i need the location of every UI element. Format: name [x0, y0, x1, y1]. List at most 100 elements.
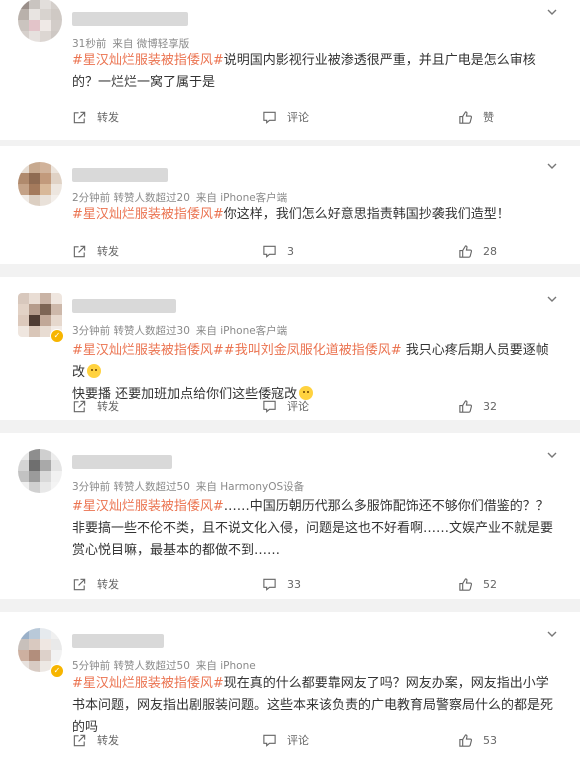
comment-icon: [263, 734, 276, 747]
smile-emoji-icon: [87, 364, 102, 378]
like-icon: [459, 399, 473, 413]
comment-button[interactable]: 评论: [262, 105, 309, 129]
share-icon: [73, 245, 86, 257]
comment-actions: 转发 评论 赞: [0, 105, 580, 129]
comment-actions: 转发 评论 53: [0, 728, 580, 752]
comment-card: 3分钟前 转赞人数超过50 来自 HarmonyOS设备 #星汉灿烂服装被指倭风#…: [0, 433, 580, 599]
comment-card: ✓ 3分钟前 转赞人数超过30 来自 iPhone客户端 #星汉灿烂服装被指倭风#…: [0, 277, 580, 420]
comment-source: 来自 微博轻享版: [112, 38, 190, 50]
avatar[interactable]: [18, 162, 62, 206]
share-icon: [73, 400, 86, 412]
comment-text: #星汉灿烂服装被指倭风#你这样，我们怎么好意思指责韩国抄袭我们造型！: [72, 204, 558, 226]
hashtag-link[interactable]: #星汉灿烂服装被指倭风#: [72, 207, 224, 222]
comment-actions: 转发 33 52: [0, 572, 580, 596]
username-blurred[interactable]: [72, 12, 188, 26]
comment-source: 来自 iPhone客户端: [195, 192, 288, 204]
comment-icon: [263, 578, 276, 591]
comment-button[interactable]: 3: [262, 239, 294, 263]
like-icon: [459, 577, 473, 591]
comment-count: 评论: [287, 734, 309, 747]
comment-time: 2分钟前: [72, 192, 111, 204]
comment-count: 评论: [287, 400, 309, 413]
username-blurred[interactable]: [72, 634, 164, 648]
username-blurred[interactable]: [72, 455, 172, 469]
hashtag-link[interactable]: #星汉灿烂服装被指倭风#: [72, 343, 224, 358]
share-icon: [73, 111, 86, 123]
comment-meta: 31秒前 来自 微博轻享版: [72, 36, 189, 51]
comment-time: 31秒前: [72, 38, 107, 50]
forward-label: 转发: [97, 111, 119, 124]
hashtag-link[interactable]: #星汉灿烂服装被指倭风#: [72, 53, 224, 68]
avatar[interactable]: [18, 0, 62, 42]
like-count: 28: [483, 244, 497, 258]
like-count: 32: [483, 399, 497, 413]
forward-button[interactable]: 转发: [72, 572, 119, 596]
like-button[interactable]: 28: [458, 239, 497, 263]
forward-button[interactable]: 转发: [72, 728, 119, 752]
like-count: 52: [483, 577, 497, 591]
comment-time: 3分钟前: [72, 481, 111, 493]
forward-label: 转发: [97, 734, 119, 747]
comment-card: 31秒前 来自 微博轻享版 #星汉灿烂服装被指倭风#说明国内影视行业被渗透很严重，…: [0, 0, 580, 140]
comment-card: 2分钟前 转赞人数超过20 来自 iPhone客户端 #星汉灿烂服装被指倭风#你这…: [0, 146, 580, 264]
forward-label: 转发: [97, 400, 119, 413]
comment-time: 5分钟前: [72, 660, 111, 672]
comment-count: 3: [287, 244, 294, 258]
comment-button[interactable]: 评论: [262, 728, 309, 752]
comment-button[interactable]: 评论: [262, 394, 309, 418]
forward-label: 转发: [97, 578, 119, 591]
vip-badge: ✓: [50, 329, 64, 343]
comment-button[interactable]: 33: [262, 572, 301, 596]
like-count: 53: [483, 733, 497, 747]
share-icon: [73, 734, 86, 746]
comment-icon: [263, 111, 276, 124]
comment-source: 来自 iPhone客户端: [195, 325, 288, 337]
comment-body: 你这样，我们怎么好意思指责韩国抄袭我们造型！: [223, 207, 510, 222]
forward-label: 转发: [97, 245, 119, 258]
forward-button[interactable]: 转发: [72, 105, 119, 129]
like-button[interactable]: 53: [458, 728, 497, 752]
comment-source: 来自 iPhone: [195, 660, 256, 672]
like-button[interactable]: 52: [458, 572, 497, 596]
comment-meta: 3分钟前 转赞人数超过50 来自 HarmonyOS设备: [72, 479, 304, 494]
comment-count: 33: [287, 577, 301, 591]
username-blurred[interactable]: [72, 168, 168, 182]
comment-card: ✓ 5分钟前 转赞人数超过50 来自 iPhone #星汉灿烂服装被指倭风#现在真…: [0, 612, 580, 764]
comment-icon: [263, 245, 276, 258]
like-icon: [459, 733, 473, 747]
hashtag-link[interactable]: #我叫刘金凤服化道被指倭风#: [224, 343, 402, 358]
comment-actions: 转发 3 28: [0, 239, 580, 263]
comment-source: 来自 HarmonyOS设备: [195, 481, 305, 493]
username-blurred[interactable]: [72, 299, 176, 313]
comment-meta: 5分钟前 转赞人数超过50 来自 iPhone: [72, 658, 256, 673]
chevron-down-icon[interactable]: [546, 160, 558, 172]
comment-meta: 2分钟前 转赞人数超过20 来自 iPhone客户端: [72, 190, 287, 205]
comment-actions: 转发 评论 32: [0, 394, 580, 418]
chevron-down-icon[interactable]: [546, 293, 558, 305]
chevron-down-icon[interactable]: [546, 449, 558, 461]
comment-count: 评论: [287, 111, 309, 124]
like-button[interactable]: 赞: [458, 105, 494, 129]
chevron-down-icon[interactable]: [546, 6, 558, 18]
share-icon: [73, 578, 86, 590]
chevron-down-icon[interactable]: [546, 628, 558, 640]
hashtag-link[interactable]: #星汉灿烂服装被指倭风#: [72, 499, 224, 514]
forward-button[interactable]: 转发: [72, 394, 119, 418]
like-count: 赞: [483, 111, 494, 124]
comment-feed: 31秒前 来自 微博轻享版 #星汉灿烂服装被指倭风#说明国内影视行业被渗透很严重，…: [0, 0, 580, 764]
comment-icon: [263, 400, 276, 413]
comment-reposts: 转赞人数超过50: [113, 660, 190, 672]
comment-text: #星汉灿烂服装被指倭风#说明国内影视行业被渗透很严重，并且广电是怎么审核的？一烂…: [72, 50, 558, 94]
like-icon: [459, 244, 473, 258]
avatar[interactable]: [18, 449, 62, 493]
like-button[interactable]: 32: [458, 394, 497, 418]
comment-reposts: 转赞人数超过50: [113, 481, 190, 493]
like-icon: [459, 110, 473, 124]
comment-time: 3分钟前: [72, 325, 111, 337]
comment-text: #星汉灿烂服装被指倭风#……中国历朝历代那么多服饰配饰还不够你们借鉴的？？非要搞…: [72, 496, 558, 562]
forward-button[interactable]: 转发: [72, 239, 119, 263]
comment-reposts: 转赞人数超过30: [113, 325, 190, 337]
hashtag-link[interactable]: #星汉灿烂服装被指倭风#: [72, 676, 224, 691]
comment-reposts: 转赞人数超过20: [113, 192, 190, 204]
comment-meta: 3分钟前 转赞人数超过30 来自 iPhone客户端: [72, 323, 287, 338]
